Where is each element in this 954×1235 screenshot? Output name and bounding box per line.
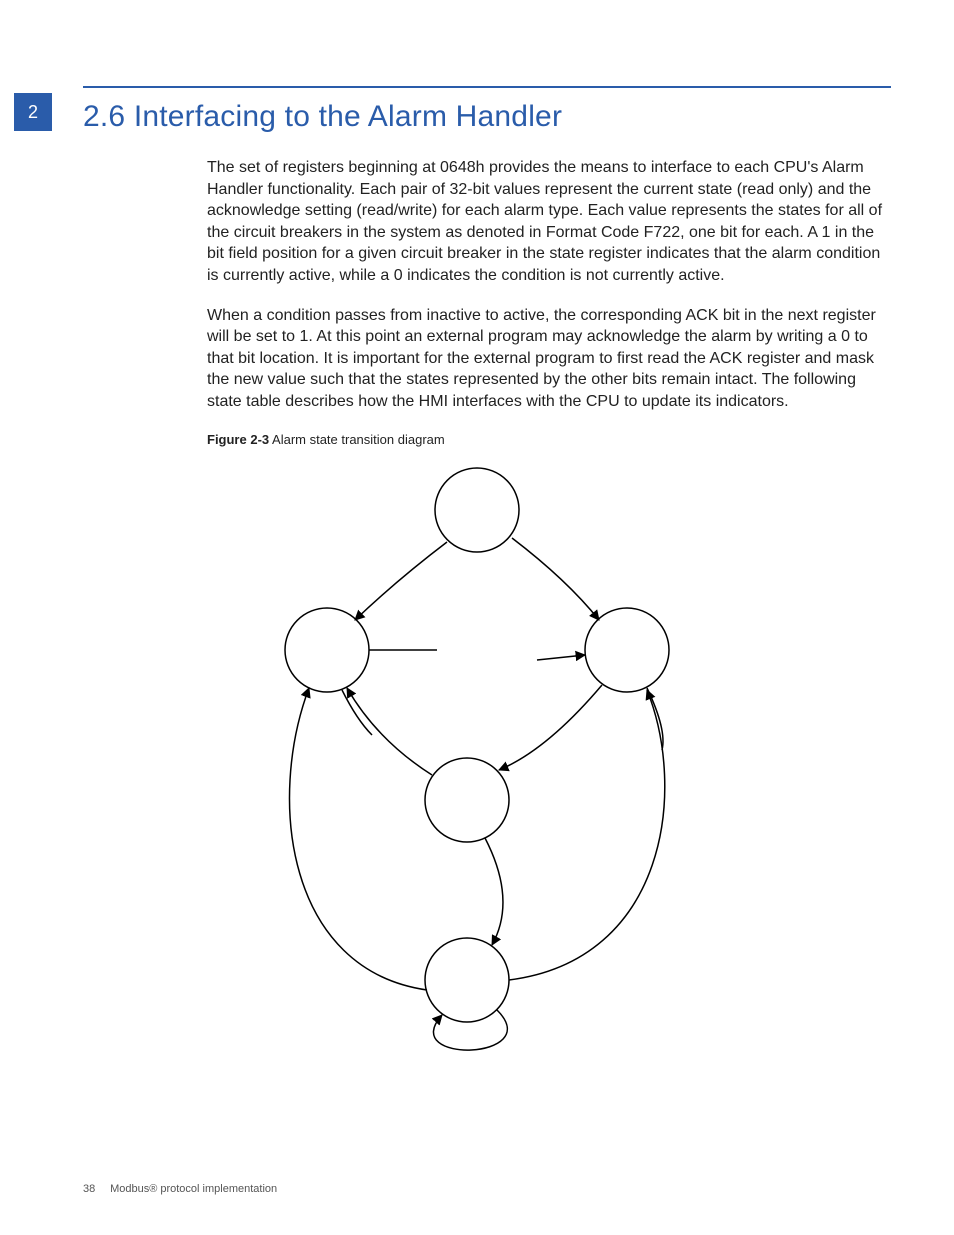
state-node-right bbox=[585, 608, 669, 692]
state-node-top bbox=[435, 468, 519, 552]
body-text-column: The set of registers beginning at 0648h … bbox=[207, 157, 891, 466]
edge-mid-bottom bbox=[485, 838, 503, 945]
diagram-svg bbox=[207, 450, 767, 1070]
figure-caption-text: Alarm state transition diagram bbox=[272, 432, 445, 447]
edge-bottom-left bbox=[290, 688, 427, 990]
edge-right-mid bbox=[499, 685, 602, 770]
page-number: 38 bbox=[83, 1183, 107, 1195]
state-node-bottom bbox=[425, 938, 509, 1022]
paragraph-1: The set of registers beginning at 0648h … bbox=[207, 157, 891, 287]
running-title: Modbus® protocol implementation bbox=[110, 1183, 277, 1195]
edge-bottom-right bbox=[509, 690, 665, 980]
state-transition-diagram bbox=[207, 450, 767, 1070]
chapter-number: 2 bbox=[28, 102, 38, 123]
edge-top-left bbox=[355, 542, 447, 620]
section-heading: 2.6 Interfacing to the Alarm Handler bbox=[83, 100, 562, 134]
figure-number: Figure 2-3 bbox=[207, 432, 269, 447]
state-node-left bbox=[285, 608, 369, 692]
figure-caption: Figure 2-3 Alarm state transition diagra… bbox=[207, 431, 891, 449]
edge-mid-left bbox=[347, 688, 432, 775]
chapter-tab: 2 bbox=[14, 93, 52, 131]
header-rule bbox=[83, 86, 891, 88]
state-node-mid bbox=[425, 758, 509, 842]
paragraph-2: When a condition passes from inactive to… bbox=[207, 305, 891, 413]
edge-into-right bbox=[537, 655, 585, 660]
page-footer: 38 Modbus® protocol implementation bbox=[83, 1183, 277, 1195]
edge-left-lower-stub bbox=[342, 690, 372, 735]
edge-top-right bbox=[512, 538, 599, 620]
